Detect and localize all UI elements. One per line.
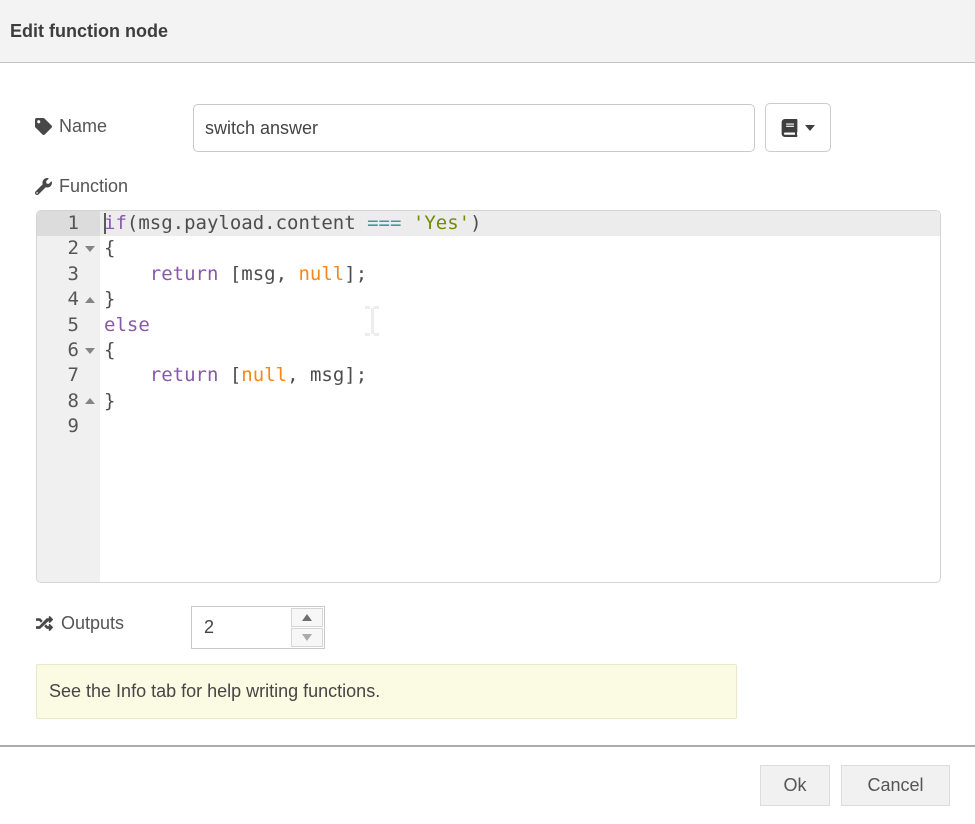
outputs-label-text: Outputs bbox=[61, 613, 124, 634]
arrow-down-icon bbox=[302, 634, 312, 641]
editor-line[interactable]: 5else bbox=[37, 313, 940, 338]
outputs-value[interactable]: 2 bbox=[204, 607, 214, 648]
editor-line[interactable]: 4} bbox=[37, 287, 940, 312]
ok-button[interactable]: Ok bbox=[760, 765, 830, 806]
code-line-text: { bbox=[100, 236, 940, 261]
editor-lines: 1if(msg.payload.content === 'Yes')2{3 re… bbox=[37, 211, 940, 440]
dialog-header: Edit function node bbox=[0, 0, 975, 63]
editor-line[interactable]: 6{ bbox=[37, 338, 940, 363]
shuffle-icon bbox=[35, 615, 54, 632]
editor-line[interactable]: 1if(msg.payload.content === 'Yes') bbox=[37, 211, 940, 236]
line-number-cell: 6 bbox=[37, 338, 100, 363]
info-tip-text: See the Info tab for help writing functi… bbox=[49, 681, 380, 702]
fold-up-icon[interactable] bbox=[85, 398, 95, 404]
fold-down-icon[interactable] bbox=[85, 246, 95, 252]
editor-line[interactable]: 8} bbox=[37, 389, 940, 414]
line-number-cell: 1 bbox=[37, 211, 100, 236]
info-tip-box: See the Info tab for help writing functi… bbox=[36, 664, 737, 719]
outputs-spinner[interactable]: 2 bbox=[191, 606, 325, 649]
code-line-text: } bbox=[100, 389, 940, 414]
code-line-text: if(msg.payload.content === 'Yes') bbox=[100, 211, 940, 236]
fold-down-icon[interactable] bbox=[85, 348, 95, 354]
caret-down-icon bbox=[805, 125, 815, 131]
line-number-cell: 2 bbox=[37, 236, 100, 261]
arrow-up-icon bbox=[302, 614, 312, 621]
editor-line[interactable]: 3 return [msg, null]; bbox=[37, 262, 940, 287]
line-number-cell: 7 bbox=[37, 363, 100, 388]
name-label-text: Name bbox=[59, 116, 107, 137]
code-editor[interactable]: 1if(msg.payload.content === 'Yes')2{3 re… bbox=[36, 210, 941, 583]
code-line-text: return [null, msg]; bbox=[100, 363, 940, 388]
outputs-label: Outputs bbox=[35, 613, 124, 634]
fold-up-icon[interactable] bbox=[85, 297, 95, 303]
wrench-icon bbox=[35, 178, 52, 195]
tag-icon bbox=[35, 118, 52, 135]
dialog-title: Edit function node bbox=[10, 0, 168, 63]
text-caret bbox=[104, 213, 106, 234]
name-label: Name bbox=[35, 116, 107, 137]
function-label-text: Function bbox=[59, 176, 128, 197]
line-number-cell: 5 bbox=[37, 313, 100, 338]
line-number-cell: 4 bbox=[37, 287, 100, 312]
footer-divider bbox=[0, 745, 975, 747]
line-number-cell: 9 bbox=[37, 414, 100, 439]
editor-line[interactable]: 7 return [null, msg]; bbox=[37, 363, 940, 388]
line-number-cell: 8 bbox=[37, 389, 100, 414]
library-button[interactable] bbox=[765, 103, 831, 152]
name-input[interactable] bbox=[193, 104, 755, 152]
editor-line[interactable]: 9 bbox=[37, 414, 940, 439]
spinner-buttons bbox=[290, 607, 324, 648]
book-icon bbox=[781, 119, 798, 137]
code-line-text: return [msg, null]; bbox=[100, 262, 940, 287]
code-line-text: } bbox=[100, 287, 940, 312]
editor-line[interactable]: 2{ bbox=[37, 236, 940, 261]
line-number-cell: 3 bbox=[37, 262, 100, 287]
cancel-button[interactable]: Cancel bbox=[841, 765, 950, 806]
code-line-text: else bbox=[100, 313, 940, 338]
edit-function-node-dialog: Edit function node Name Function 1if(msg… bbox=[0, 0, 975, 824]
spinner-up-button[interactable] bbox=[291, 608, 323, 627]
function-label: Function bbox=[35, 176, 128, 197]
code-line-text: { bbox=[100, 338, 940, 363]
spinner-down-button[interactable] bbox=[291, 628, 323, 647]
